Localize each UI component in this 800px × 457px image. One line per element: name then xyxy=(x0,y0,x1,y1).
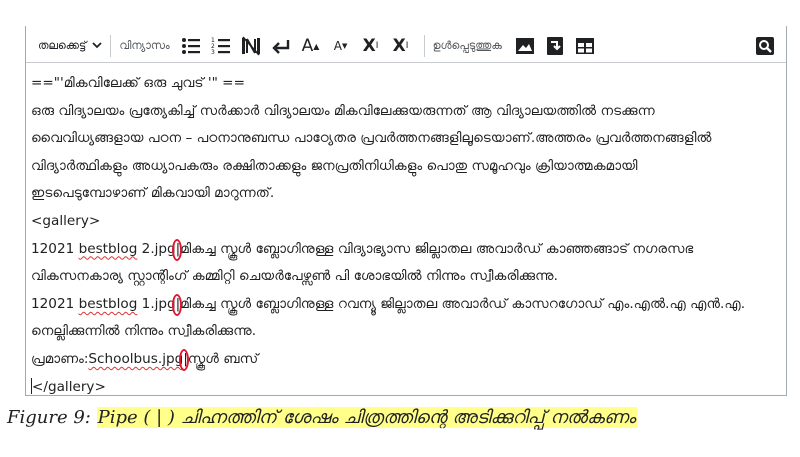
superscript-mark: I xyxy=(375,41,379,51)
editor-toolbar: തലക്കെട്ട് വിന്യാസം 1 2 3 A ▲ A ▼ X I X … xyxy=(26,30,786,63)
numbered-list-icon: 1 2 3 xyxy=(211,37,230,56)
entry-caption: മികച്ച സ്കൂൾ ബ്ലോഗിനുള്ള വിദ്യാഭ്യാസ ജില… xyxy=(180,240,694,257)
text-line: ഇടപെടുമ്പോഴാണ് മികവായി മാറുന്നത്. xyxy=(31,185,275,202)
newline-button[interactable] xyxy=(268,33,294,59)
subscript-mark: I xyxy=(405,41,409,51)
annotation-circle xyxy=(171,238,182,261)
big-text-button[interactable]: A ▲ xyxy=(298,33,324,59)
entry-caption: മികച്ച സ്കൂൾ ബ്ലോഗിനുള്ള റവന്യൂ ജില്ലാതല… xyxy=(180,295,746,312)
gallery-close-lt: < xyxy=(32,378,44,395)
reference-icon xyxy=(546,37,563,55)
small-text-label: A xyxy=(333,39,342,53)
spellcheck-word: Schoolbus.jpg xyxy=(88,350,184,367)
newline-icon xyxy=(271,40,289,54)
pipe-marker: | xyxy=(179,346,190,374)
search-icon xyxy=(756,37,774,55)
entry-prefix: 12021 xyxy=(31,240,79,257)
text-line: വികസനകാര്യ സ്റ്റാന്റിംഗ് കമ്മിറ്റി ചെയർപ… xyxy=(31,268,558,285)
gallery-close-tag: /gallery> xyxy=(43,378,106,395)
image-icon xyxy=(515,38,534,54)
text-line: <gallery> xyxy=(31,212,101,229)
annotation-circle xyxy=(179,348,190,371)
insert-reference-button[interactable] xyxy=(542,33,568,59)
format-group-label: വിന്യാസം xyxy=(119,39,170,52)
no-wiki-icon xyxy=(241,36,260,56)
insert-file-button[interactable] xyxy=(512,33,538,59)
text-line: വൈവിധ്യങ്ങളായ പഠന – പഠനാനുബന്ധ പാഠ്യേതര … xyxy=(31,130,712,147)
nowiki-button[interactable] xyxy=(238,33,264,59)
entry-prefix: പ്രമാണം: xyxy=(31,350,89,367)
big-text-label: A xyxy=(301,36,314,56)
insert-table-button[interactable] xyxy=(572,33,598,59)
text-line: വിദ്യാർത്ഥികളും അധ്യാപകരും രക്ഷിതാക്കളും… xyxy=(31,157,638,174)
entry-filename: 2.jpg xyxy=(137,240,176,257)
bulleted-list-button[interactable] xyxy=(178,33,204,59)
entry-filename: 1.jpg xyxy=(137,295,176,312)
heading-dropdown-label: തലക്കെട്ട് xyxy=(38,39,87,52)
caption-prefix: Figure 9: xyxy=(7,407,97,428)
editor-text-area[interactable]: =="'മികവിലേക്ക് ഒരു ചുവട് '" == ഒരു വിദ്… xyxy=(31,70,781,401)
text-line: ഒരു വിദ്യാലയം പ്രത്യേകിച്ച് സർക്കാർ വിദ്… xyxy=(31,102,655,119)
toolbar-separator xyxy=(423,35,425,57)
pipe-marker: | xyxy=(171,236,182,264)
spellcheck-word: bestblog xyxy=(78,240,138,257)
entry-prefix: 12021 xyxy=(31,295,79,312)
heading-dropdown[interactable]: തലക്കെട്ട് xyxy=(38,39,102,53)
chevron-down-icon xyxy=(92,41,102,52)
subscript-button[interactable]: XI xyxy=(388,33,414,59)
gallery-entry-1: 12021 bestblog 2.jpg| മികച്ച സ്കൂൾ ബ്ലോഗി… xyxy=(31,236,781,264)
toolbar-separator xyxy=(110,35,112,57)
entry-caption: സ്കൂൾ ബസ് xyxy=(187,350,259,367)
search-replace-button[interactable] xyxy=(752,33,778,59)
gallery-close-line: </gallery> xyxy=(31,374,781,402)
numbered-list-button[interactable]: 1 2 3 xyxy=(208,33,234,59)
svg-text:3: 3 xyxy=(211,49,215,56)
gallery-entry-2: 12021 bestblog 1.jpg| മികച്ച സ്കൂൾ ബ്ലോഗി… xyxy=(31,291,781,319)
caption-highlight: Pipe ( | ) ചിഹ്നത്തിന് ശേഷം ചിത്രത്തിന്റ… xyxy=(96,407,637,428)
bulleted-list-icon xyxy=(181,38,200,54)
subscript-label: X xyxy=(392,36,406,56)
annotation-circle xyxy=(171,293,182,316)
small-text-button[interactable]: A ▼ xyxy=(328,33,354,59)
text-line: =="'മികവിലേക്ക് ഒരു ചുവട് '" == xyxy=(31,75,245,91)
insert-group-label: ഉൾപ്പെടുത്തുക xyxy=(432,39,502,52)
superscript-button[interactable]: XI xyxy=(358,33,384,59)
table-icon xyxy=(575,38,594,54)
spellcheck-word: bestblog xyxy=(78,295,138,312)
figure-caption: Figure 9: Pipe ( | ) ചിഹ്നത്തിന് ശേഷം ചി… xyxy=(7,407,637,428)
superscript-label: X xyxy=(362,36,376,56)
gallery-entry-3: പ്രമാണം:Schoolbus.jpg| സ്കൂൾ ബസ് xyxy=(31,346,781,374)
pipe-marker: | xyxy=(171,291,182,319)
text-line: നെല്ലിക്കുന്നിൽ നിന്നും സ്വീകരിക്കുന്നു. xyxy=(31,323,257,340)
